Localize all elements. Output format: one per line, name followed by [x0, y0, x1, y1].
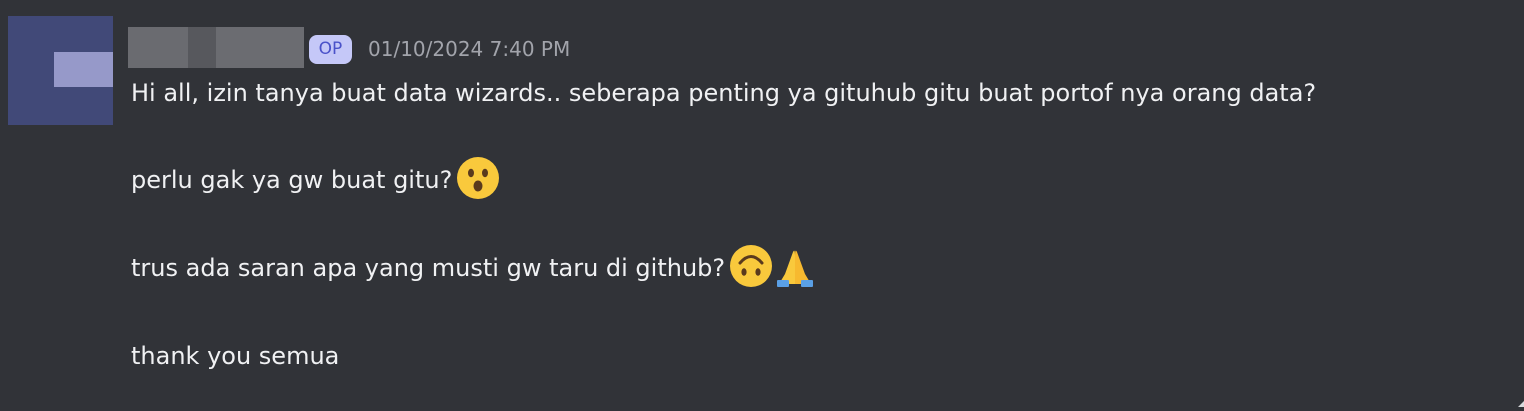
- redaction-block: [216, 27, 304, 68]
- upside-down-face-emoji-icon[interactable]: [729, 244, 773, 288]
- chat-message: OP 01/10/2024 7:40 PM Hi all, izin tanya…: [0, 0, 1524, 407]
- redaction-block: [128, 27, 188, 68]
- avatar-image: [54, 52, 113, 87]
- redaction-block: [188, 27, 216, 68]
- message-text: Hi all, izin tanya buat data wizards.. s…: [131, 79, 1317, 107]
- message-line: perlu gak ya gw buat gitu?: [131, 156, 500, 202]
- op-badge: OP: [309, 35, 352, 64]
- avatar[interactable]: [8, 16, 113, 125]
- message-text: thank you semua: [131, 342, 340, 370]
- message-timestamp[interactable]: 01/10/2024 7:40 PM: [368, 35, 570, 64]
- message-text: perlu gak ya gw buat gitu?: [131, 166, 453, 194]
- message-line: trus ada saran apa yang musti gw taru di…: [131, 244, 817, 290]
- folded-hands-emoji-icon[interactable]: [773, 244, 817, 288]
- message-line: Hi all, izin tanya buat data wizards.. s…: [131, 71, 1316, 115]
- hushed-face-emoji-icon[interactable]: [456, 156, 500, 200]
- message-text: trus ada saran apa yang musti gw taru di…: [131, 254, 726, 282]
- username-redacted[interactable]: [128, 27, 304, 68]
- resize-handle-icon[interactable]: [1516, 392, 1524, 407]
- message-line: thank you semua: [131, 334, 339, 378]
